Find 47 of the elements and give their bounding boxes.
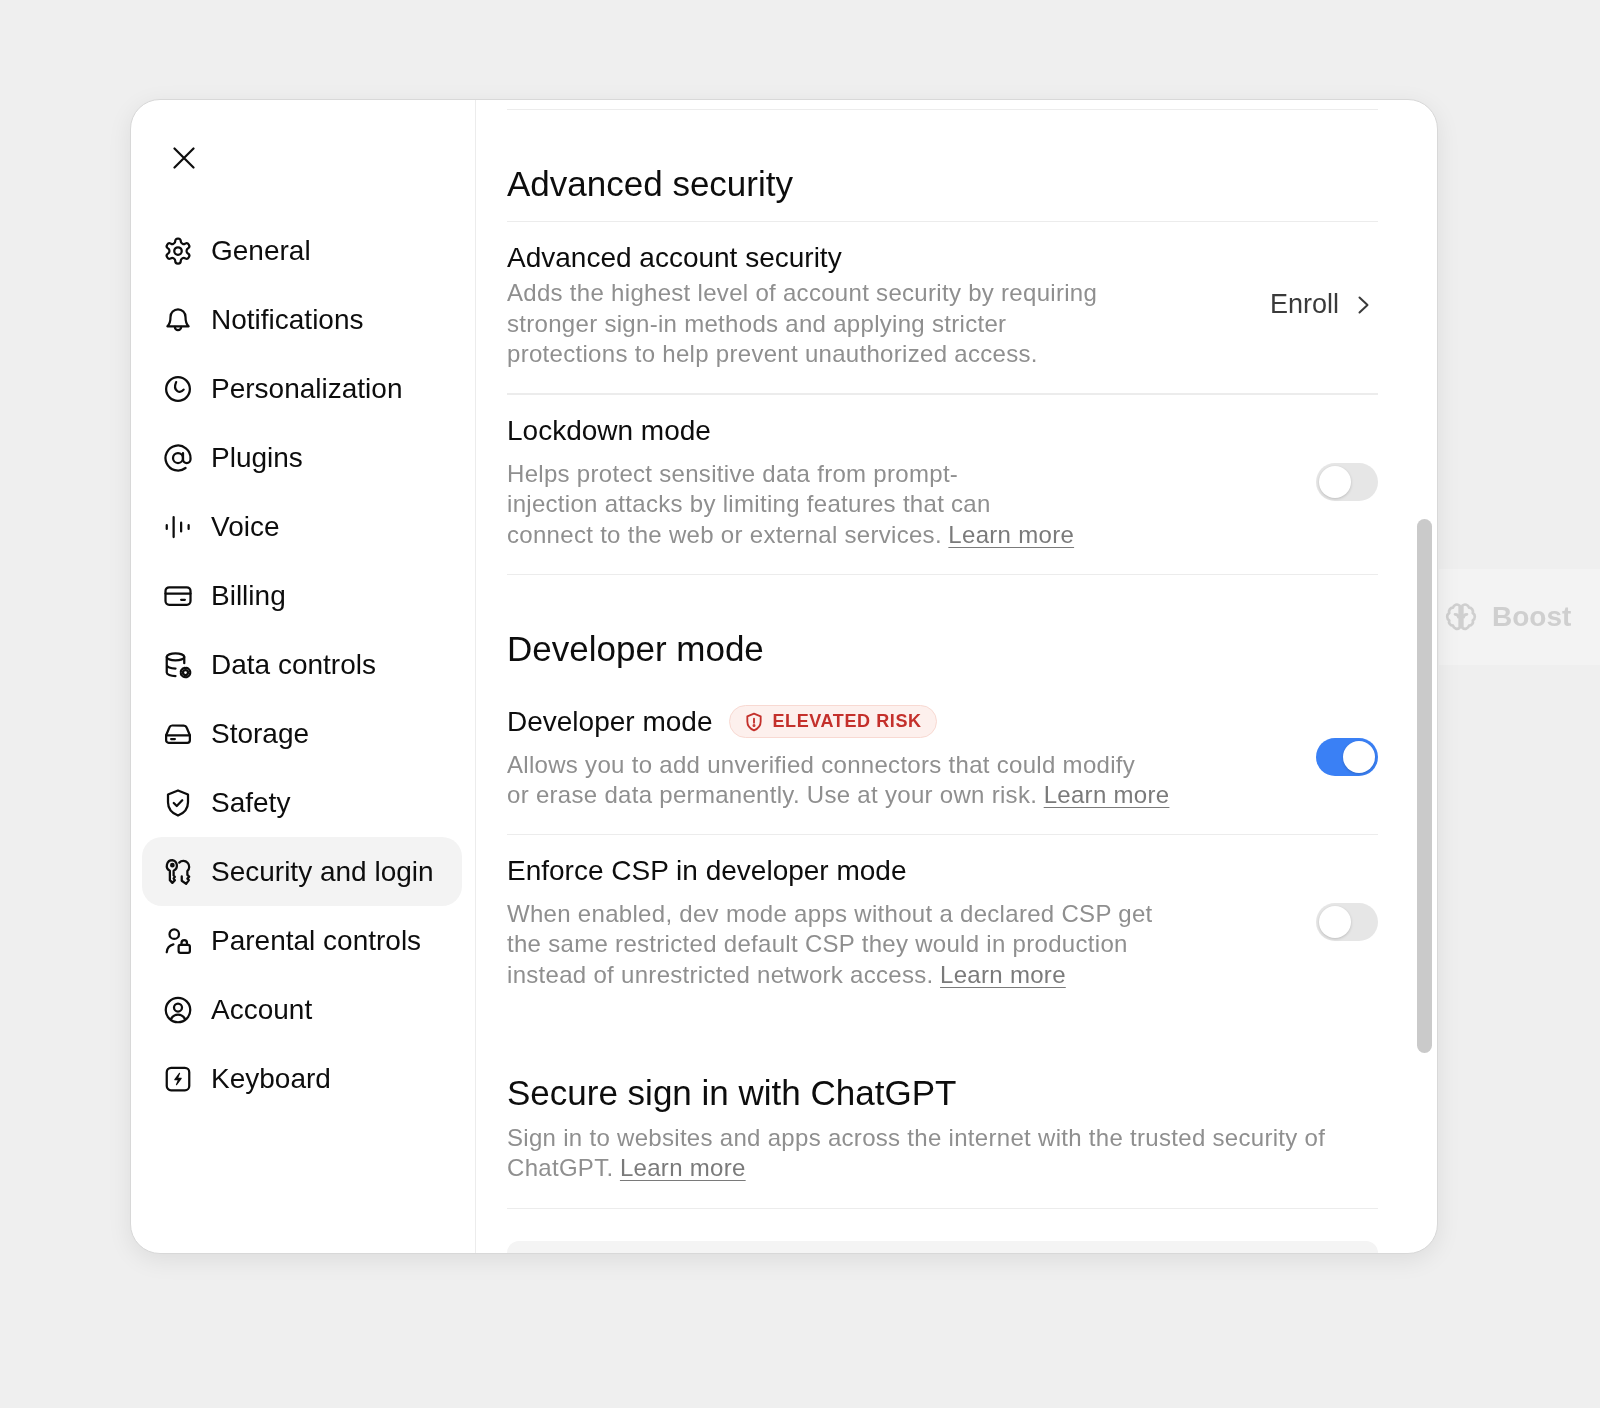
- setting-title: Advanced account security: [507, 241, 842, 275]
- sidebar-item[interactable]: Data controls: [142, 630, 462, 699]
- chevron-icon: [1358, 295, 1369, 314]
- sidebar-item[interactable]: Plugins: [142, 423, 462, 492]
- setting-title: Lockdown mode: [507, 413, 711, 448]
- setting-title: Developer mode: [507, 704, 713, 739]
- section-heading: Secure sign in with ChatGPT: [507, 1072, 958, 1113]
- setting-title: Enforce CSP in developer mode: [507, 853, 907, 888]
- sidebar-item[interactable]: Billing: [142, 561, 462, 630]
- scrollbar-thumb[interactable]: [1417, 519, 1432, 1053]
- section-description: Sign in to websites and apps across the internet with the trusted security of ChatGPT. Learn more: [507, 1122, 1378, 1209]
- learn-more-link[interactable]: Learn more: [619, 1154, 746, 1182]
- sidebar-item[interactable]: Voice: [142, 492, 462, 561]
- learn-more-link[interactable]: Learn more: [948, 520, 1075, 548]
- learn-more-link[interactable]: Learn more: [940, 960, 1066, 988]
- sidebar-item[interactable]: Account: [142, 975, 462, 1044]
- toggle-switch[interactable]: [1316, 738, 1378, 777]
- gear-icon: [163, 235, 193, 266]
- brain-icon: [1445, 601, 1477, 633]
- shield-alert-icon: [744, 711, 765, 732]
- section-heading: Advanced security: [507, 164, 1378, 222]
- setting-description: Adds the highest level of account security by requiring stronger sign-in methods and applying stricter protections to help prevent unauthorized access.: [507, 278, 1098, 370]
- close-button[interactable]: [173, 147, 195, 169]
- person-lock-icon: [163, 925, 193, 956]
- at-sign-icon: [163, 442, 193, 473]
- setting-description: Allows you to add unverified connectors that could modify or erase data permanently. Use at your own risk. Learn more: [507, 749, 1170, 811]
- sidebar-item[interactable]: Keyboard: [142, 1044, 462, 1113]
- toggle-switch[interactable]: [1316, 902, 1378, 941]
- circle-squiggle-icon: [163, 373, 193, 404]
- section-heading: Developer mode: [507, 628, 765, 670]
- enroll-button[interactable]: Enroll: [1269, 289, 1378, 321]
- learn-more-link[interactable]: Learn more: [1043, 781, 1170, 809]
- setting-description: Helps protect sensitive data from prompt- injection attacks by limiting features that can connect to the web or external services. Learn more: [507, 458, 1075, 550]
- close-icon: [173, 147, 195, 169]
- toggle-switch[interactable]: [1316, 462, 1378, 501]
- person-circle-icon: [163, 994, 193, 1025]
- database-gear-icon: [163, 649, 193, 680]
- sidebar-item[interactable]: Notifications: [142, 285, 462, 354]
- setting-description: When enabled, dev mode apps without a declared CSP get the same restricted default CSP they would in production instead of unrestricted network access. Learn more: [507, 898, 1153, 990]
- sidebar-item[interactable]: Security and login: [142, 837, 462, 906]
- sidebar-item[interactable]: Storage: [142, 699, 462, 768]
- sidebar-item[interactable]: Parental controls: [142, 906, 462, 975]
- sidebar-item[interactable]: General: [142, 216, 462, 285]
- keys-icon: [163, 856, 193, 887]
- sidebar-item[interactable]: Personalization: [142, 354, 462, 423]
- badge-label: ELEVATED RISK: [772, 711, 922, 733]
- sidebar-item[interactable]: Safety: [142, 768, 462, 837]
